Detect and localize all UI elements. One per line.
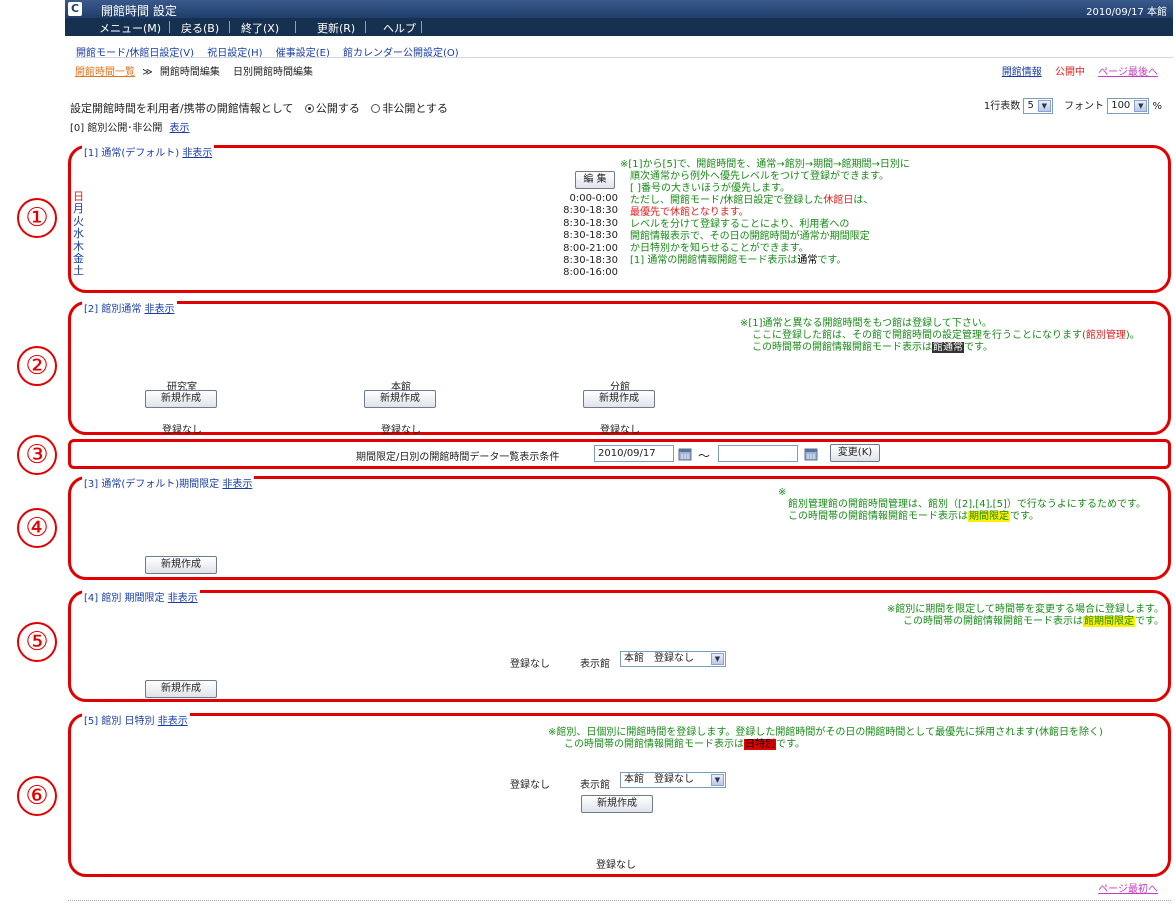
callout-6: ⑥ [17, 776, 57, 816]
section2-note: ※[1]通常と異なる開館時間をもつ館は登録して下さい。 ここに登録した館は、その… [740, 318, 1140, 353]
change-button[interactable]: 変更(K) [830, 444, 880, 462]
callout-5: ⑤ [17, 622, 57, 662]
menu-item-back[interactable]: 戻る(B) [175, 20, 225, 36]
new-button-annex[interactable]: 新規作成 [583, 390, 655, 408]
calendar-icon[interactable] [678, 447, 692, 461]
branch-status-lab: 登録なし [162, 425, 202, 436]
menu-item-exit[interactable]: 終了(X) [235, 20, 285, 36]
callout-4: ④ [17, 508, 57, 548]
section1-note: ※[1]から[5]で、開館時間を、通常→館別→期間→館期間→日別に 順次通常から… [620, 159, 910, 266]
section5-library-label: 表示館 [580, 659, 610, 670]
publish-label: 設定開館時間を利用者/携帯の開館情報として [70, 102, 294, 115]
section5-note: ※館別に期間を限定して時間帯を変更する場合に登録します。 この時間帯の開館情報開… [886, 604, 1164, 627]
link-page-top[interactable]: ページ最初へ [1098, 884, 1158, 895]
section5-library-select[interactable]: 本館 登録なし ▼ [620, 651, 726, 667]
chevron-down-icon: ▼ [1134, 100, 1148, 112]
section6-library-select[interactable]: 本館 登録なし ▼ [620, 772, 726, 788]
rows-per-page-select[interactable]: 5 ▼ [1023, 98, 1053, 114]
date-library: 2010/09/17 本館 [1086, 7, 1167, 18]
app-logo-icon: C [68, 2, 82, 16]
radio-public[interactable] [304, 104, 314, 113]
section5-status: 登録なし [510, 659, 550, 670]
menu-item-refresh[interactable]: 更新(R) [311, 20, 361, 36]
footer: ページ最初へ [1098, 880, 1158, 895]
callout-1: ① [17, 198, 57, 238]
link-library-info[interactable]: 開館情報 [1002, 67, 1042, 78]
section6-hide-link[interactable]: 非表示 [158, 716, 188, 727]
new-button-branch-period[interactable]: 新規作成 [145, 680, 217, 698]
link-page-bottom[interactable]: ページ最後へ [1098, 67, 1158, 78]
section6-note: ※館別、日個別に開館時間を登録します。登録した開館時間がその日の開館時間として最… [548, 727, 1103, 750]
section4-hide-link[interactable]: 非表示 [222, 479, 252, 490]
list-condition-label: 期間限定/日別の開館時間データ一覧表示条件 [356, 452, 560, 463]
section6-status: 登録なし [510, 780, 550, 791]
new-button-main[interactable]: 新規作成 [364, 390, 436, 408]
section1-header: [1] 通常(デフォルト) 非表示 [82, 144, 215, 159]
font-size-select[interactable]: 100 ▼ [1107, 98, 1150, 114]
section1-hide-link[interactable]: 非表示 [182, 148, 212, 159]
section6-status-bottom: 登録なし [596, 860, 636, 871]
display-options: 1行表数 5 ▼ フォント 100 ▼ % [983, 98, 1162, 114]
section6-header: [5] 館別 日特別 非表示 [82, 712, 190, 727]
branch-status-annex: 登録なし [600, 425, 640, 436]
section0-show-link[interactable]: 表示 [170, 123, 190, 134]
chevron-down-icon: ▼ [1037, 100, 1051, 112]
menu-item-menu[interactable]: メニュー(M) [93, 20, 167, 36]
calendar-icon[interactable] [804, 447, 818, 461]
branch-status-main: 登録なし [381, 425, 421, 436]
radio-private[interactable] [371, 104, 381, 113]
breadcrumb-item-edit: 開館時間編集 [159, 67, 220, 78]
new-button-daily[interactable]: 新規作成 [581, 795, 653, 813]
callout-2: ② [17, 346, 57, 386]
status-badge: 公開中 [1055, 67, 1085, 78]
title-bar: C 開館時間 設定 2010/09/17 本館 [65, 0, 1173, 18]
date-to-input[interactable] [718, 445, 798, 462]
chevron-down-icon: ▼ [711, 774, 724, 786]
new-button-period[interactable]: 新規作成 [145, 556, 217, 574]
edit-button[interactable]: 編 集 [575, 171, 615, 189]
breadcrumb: 開館時間一覧 ≫ 開館時間編集 日別開館時間編集 [75, 67, 314, 78]
menu-item-help[interactable]: ヘルプ [377, 20, 422, 36]
opening-times: 0:00-0:00 8:30-18:30 8:30-18:30 8:30-18:… [563, 193, 618, 279]
section5-header: [4] 館別 期間限定 非表示 [82, 589, 200, 604]
breadcrumb-current[interactable]: 開館時間一覧 [75, 67, 135, 78]
menu-bar: メニュー(M) 戻る(B) 終了(X) 更新(R) ヘルプ [65, 18, 1173, 36]
section2-hide-link[interactable]: 非表示 [145, 304, 175, 315]
chevron-down-icon: ▼ [711, 653, 724, 665]
section5-hide-link[interactable]: 非表示 [168, 593, 198, 604]
callout-3: ③ [17, 435, 57, 475]
window-title: 開館時間 設定 [101, 4, 177, 18]
section4-note: ※ 館別管理館の開館時間管理は、館別（[2],[4],[5]）で行なうよにするた… [778, 487, 1146, 522]
top-right-links: 開館情報 公開中 ページ最後へ [1002, 63, 1158, 78]
section-0: [0] 館別公開･非公開 表示 [70, 123, 190, 134]
section4-header: [3] 通常(デフォルト)期間限定 非表示 [82, 475, 255, 490]
date-from-input[interactable]: 2010/09/17 [594, 445, 674, 462]
breadcrumb-item-daily: 日別開館時間編集 [233, 67, 314, 78]
publish-setting: 設定開館時間を利用者/携帯の開館情報として 公開する 非公開とする [70, 102, 449, 115]
new-button-lab[interactable]: 新規作成 [145, 390, 217, 408]
section2-header: [2] 館別通常 非表示 [82, 300, 177, 315]
weekday-list: 日 月 火 水 木 金 土 [73, 190, 84, 278]
section6-library-label: 表示館 [580, 780, 610, 791]
